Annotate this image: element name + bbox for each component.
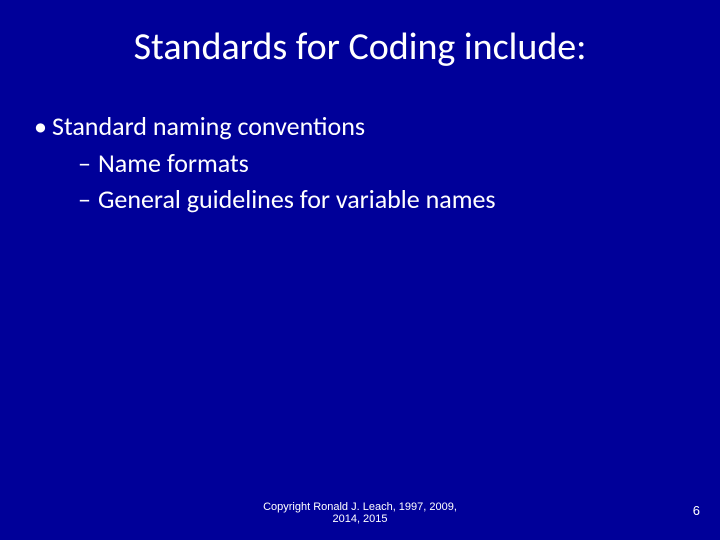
slide-title: Standards for Coding include: [0, 24, 720, 70]
slide-body: Standard naming conventions Name formats… [30, 110, 690, 220]
bullet-level2: Name formats [30, 147, 690, 180]
copyright-footer: Copyright Ronald J. Leach, 1997, 2009, 2… [0, 501, 720, 526]
footer-line: 2014, 2015 [0, 513, 720, 526]
page-number: 6 [693, 503, 700, 518]
footer-line: Copyright Ronald J. Leach, 1997, 2009, [0, 501, 720, 514]
bullet-level1: Standard naming conventions [30, 110, 690, 143]
slide: Standards for Coding include: Standard n… [0, 0, 720, 540]
bullet-level2: General guidelines for variable names [30, 183, 690, 216]
